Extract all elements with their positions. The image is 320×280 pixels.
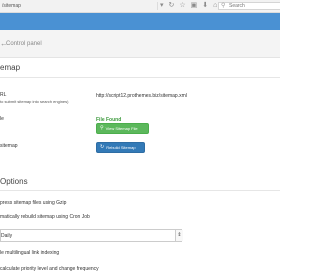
chevron-updown-icon: ⇕	[175, 230, 183, 241]
star-icon[interactable]: ☆	[179, 1, 185, 11]
sitemap-section-title: emap	[0, 63, 21, 72]
rebuild-frequency-select[interactable]: Daily ⇕	[0, 229, 183, 242]
browser-toolbar-icons: ▾ ↻ ☆ ▣ ⬇ ⌂	[160, 1, 217, 11]
refresh-icon[interactable]: ↻	[169, 1, 175, 11]
frequency-selected-value: Daily	[1, 233, 13, 239]
clipboard-icon[interactable]: ▣	[191, 1, 198, 11]
rebuild-sitemap-button-label: Rebuild Sitemap	[106, 145, 136, 150]
breadcrumb-control-panel[interactable]: Control panel	[6, 39, 42, 49]
sitemap-url-label: RL	[0, 92, 7, 98]
browser-search-box[interactable]: ⚲	[218, 2, 280, 10]
section-divider	[0, 190, 280, 191]
search-icon: ⚲	[221, 3, 226, 9]
rebuild-sitemap-button[interactable]: ↻ Rebuild Sitemap	[96, 142, 145, 153]
sitemap-file-label: le	[0, 116, 4, 122]
rebuild-sitemap-label: sitemap	[0, 143, 18, 149]
home-icon[interactable]: ⌂	[213, 1, 217, 11]
priority-option[interactable]: calculate priority level and change freq…	[0, 266, 99, 273]
options-section-title: Options	[0, 177, 28, 186]
view-sitemap-label: View Sitemap File	[105, 126, 138, 131]
refresh-icon: ↻	[100, 144, 105, 150]
sitemap-url-sublabel: to submit sitemap into search engines)	[0, 99, 69, 104]
admin-top-bar	[0, 13, 280, 30]
gzip-option[interactable]: press sitemap files using Gzip	[0, 200, 66, 207]
search-icon: ⚲	[100, 125, 104, 131]
download-icon[interactable]: ⬇	[202, 1, 208, 11]
dropdown-arrow-icon[interactable]: ▾	[160, 1, 164, 11]
search-input[interactable]	[229, 3, 279, 9]
breadcrumb: ← Control panel	[0, 30, 280, 58]
sitemap-url-value: http://script12.prothemes.biz/sitemap.xm…	[96, 93, 187, 99]
url-field[interactable]: /sitemap	[0, 2, 158, 10]
browser-address-bar: /sitemap ▾ ↻ ☆ ▣ ⬇ ⌂ ⚲	[0, 0, 280, 13]
view-sitemap-button[interactable]: ⚲ View Sitemap File	[96, 123, 149, 134]
section-divider	[0, 77, 280, 78]
cron-job-option[interactable]: matically rebuild sitemap using Cron Job	[0, 214, 90, 221]
multilingual-option[interactable]: le multilingual link indexing	[0, 250, 59, 257]
